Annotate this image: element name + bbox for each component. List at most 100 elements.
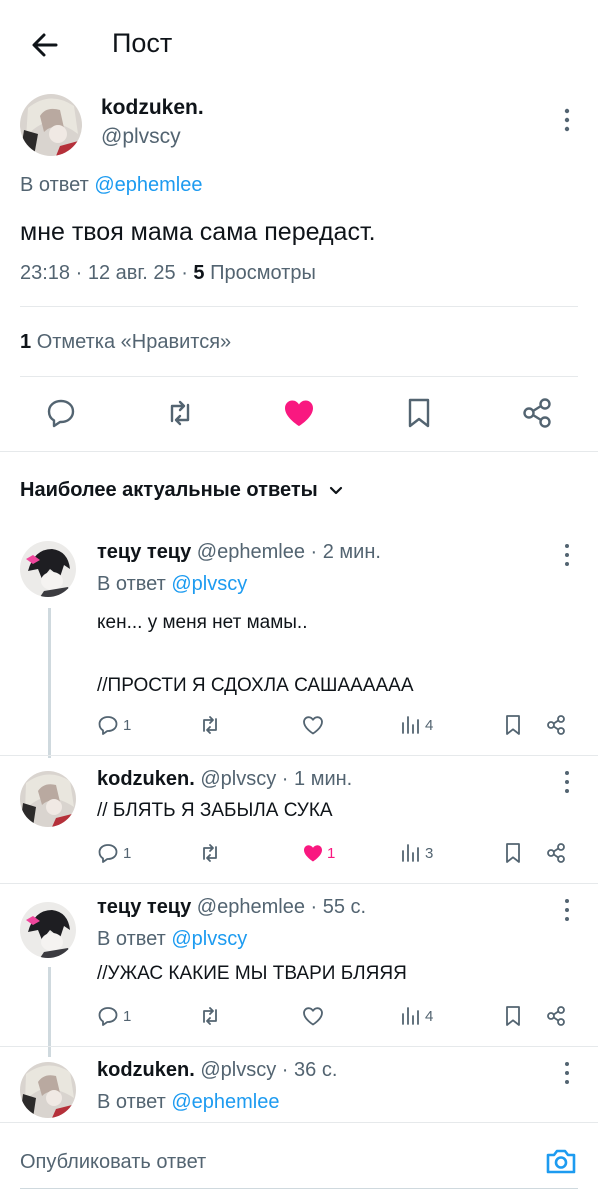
reply-to-link[interactable]: @ephemlee: [171, 1091, 279, 1113]
like-button[interactable]: 1: [301, 841, 335, 865]
bookmark-icon: [506, 715, 520, 735]
repost-button[interactable]: [162, 395, 198, 431]
views-button[interactable]: 3: [399, 841, 433, 865]
more-vertical-icon: [564, 108, 570, 132]
author-name[interactable]: тецу тецу: [97, 541, 191, 563]
like-button[interactable]: [301, 713, 325, 737]
share-button[interactable]: [544, 1004, 568, 1028]
author-name[interactable]: kodzuken.: [97, 768, 195, 790]
reply-time: · 55 с.: [310, 896, 367, 918]
repost-button[interactable]: [198, 1004, 222, 1028]
avatar[interactable]: [20, 1062, 76, 1118]
more-options-button[interactable]: [557, 541, 577, 569]
reply-button[interactable]: 1: [97, 841, 131, 865]
thread-line: [48, 967, 51, 1057]
reply-context: В ответ @plvscy: [97, 573, 248, 595]
comment-icon: [98, 716, 118, 735]
more-options-button[interactable]: [557, 1059, 577, 1087]
bookmark-button[interactable]: [401, 395, 437, 431]
view-count: 3: [425, 844, 434, 862]
post-time: 23:18: [20, 262, 71, 284]
avatar-image: [20, 1062, 76, 1118]
divider: [0, 883, 598, 884]
reply-count: 1: [123, 1007, 132, 1025]
bookmark-button[interactable]: [501, 1004, 525, 1028]
reply-input[interactable]: Опубликовать ответ: [20, 1151, 206, 1174]
view-count: 4: [425, 716, 434, 734]
view-count: 4: [425, 1007, 434, 1025]
reply-time: · 2 мин.: [310, 541, 381, 563]
divider: [0, 451, 598, 452]
share-icon: [523, 398, 551, 428]
reply-header: тецу тецу @ephemlee · 55 с.: [97, 896, 366, 919]
reply-context: В ответ @ephemlee: [20, 174, 202, 197]
likes-label: Отметка «Нравится»: [36, 331, 232, 353]
author-name[interactable]: kodzuken.: [101, 96, 204, 120]
reply-to-link[interactable]: @ephemlee: [94, 174, 202, 196]
views-button[interactable]: 4: [399, 713, 433, 737]
comment-icon: [98, 1007, 118, 1026]
divider: [20, 306, 578, 307]
author-handle[interactable]: @plvscy: [200, 1059, 276, 1081]
avatar-image: [20, 902, 76, 958]
repost-icon: [203, 716, 217, 734]
more-options-button[interactable]: [557, 896, 577, 924]
avatar[interactable]: [20, 94, 82, 156]
bookmark-button[interactable]: [501, 841, 525, 865]
more-vertical-icon: [565, 771, 569, 793]
back-button[interactable]: [28, 28, 62, 62]
share-button[interactable]: [544, 713, 568, 737]
share-icon: [547, 1006, 565, 1026]
repost-button[interactable]: [198, 841, 222, 865]
author-handle[interactable]: @plvscy: [200, 768, 276, 790]
analytics-icon: [402, 1007, 419, 1025]
author-handle[interactable]: @ephemlee: [197, 541, 305, 563]
post-meta: 23:18 · 12 авг. 25 · 5 Просмотры: [20, 262, 316, 284]
bookmark-icon: [408, 398, 430, 428]
comment-icon: [98, 844, 118, 863]
camera-icon: [546, 1149, 576, 1174]
avatar[interactable]: [20, 902, 76, 958]
author-name[interactable]: тецу тецу: [97, 896, 191, 918]
share-button[interactable]: [519, 395, 555, 431]
share-icon: [547, 715, 565, 735]
reply-button[interactable]: [44, 395, 80, 431]
camera-button[interactable]: [544, 1146, 578, 1176]
more-vertical-icon: [565, 1062, 569, 1084]
author-name[interactable]: kodzuken.: [97, 1059, 195, 1081]
avatar[interactable]: [20, 771, 76, 827]
share-button[interactable]: [544, 841, 568, 865]
bookmark-icon: [506, 843, 520, 863]
sort-replies-dropdown[interactable]: Наиболее актуальные ответы: [20, 479, 344, 502]
repost-button[interactable]: [198, 713, 222, 737]
author-handle[interactable]: @ephemlee: [197, 896, 305, 918]
reply-button[interactable]: 1: [97, 1004, 131, 1028]
bookmark-button[interactable]: [501, 713, 525, 737]
reply-context: В ответ @plvscy: [97, 928, 248, 950]
reply-text: кен... у меня нет мамы..: [97, 612, 308, 633]
reply-prefix: В ответ: [20, 174, 89, 196]
avatar[interactable]: [20, 541, 76, 597]
avatar-image: [20, 94, 82, 156]
like-button[interactable]: [301, 1004, 325, 1028]
more-options-button[interactable]: [557, 768, 577, 796]
more-options-button[interactable]: [557, 106, 577, 134]
avatar-image: [20, 541, 76, 597]
views-button[interactable]: 4: [399, 1004, 433, 1028]
reply-text: //УЖАС КАКИЕ МЫ ТВАРИ БЛЯЯЯ: [97, 963, 407, 984]
reply-header: тецу тецу @ephemlee · 2 мин.: [97, 541, 381, 564]
reply-to-link[interactable]: @plvscy: [171, 573, 247, 595]
reply-to-link[interactable]: @plvscy: [171, 928, 247, 950]
divider: [0, 1122, 598, 1123]
input-underline: [20, 1188, 578, 1189]
divider: [0, 1046, 598, 1047]
like-count: 1: [327, 844, 336, 862]
like-button[interactable]: [281, 395, 317, 431]
reply-button[interactable]: 1: [97, 713, 131, 737]
reply-header: kodzuken. @plvscy · 1 мин.: [97, 768, 352, 791]
heart-filled-icon: [304, 845, 322, 862]
likes-summary[interactable]: 1 Отметка «Нравится»: [20, 331, 231, 354]
author-handle[interactable]: @plvscy: [101, 125, 181, 149]
reply-text: //ПРОСТИ Я СДОХЛА САШААААAA: [97, 675, 414, 696]
heart-icon: [303, 1007, 323, 1026]
